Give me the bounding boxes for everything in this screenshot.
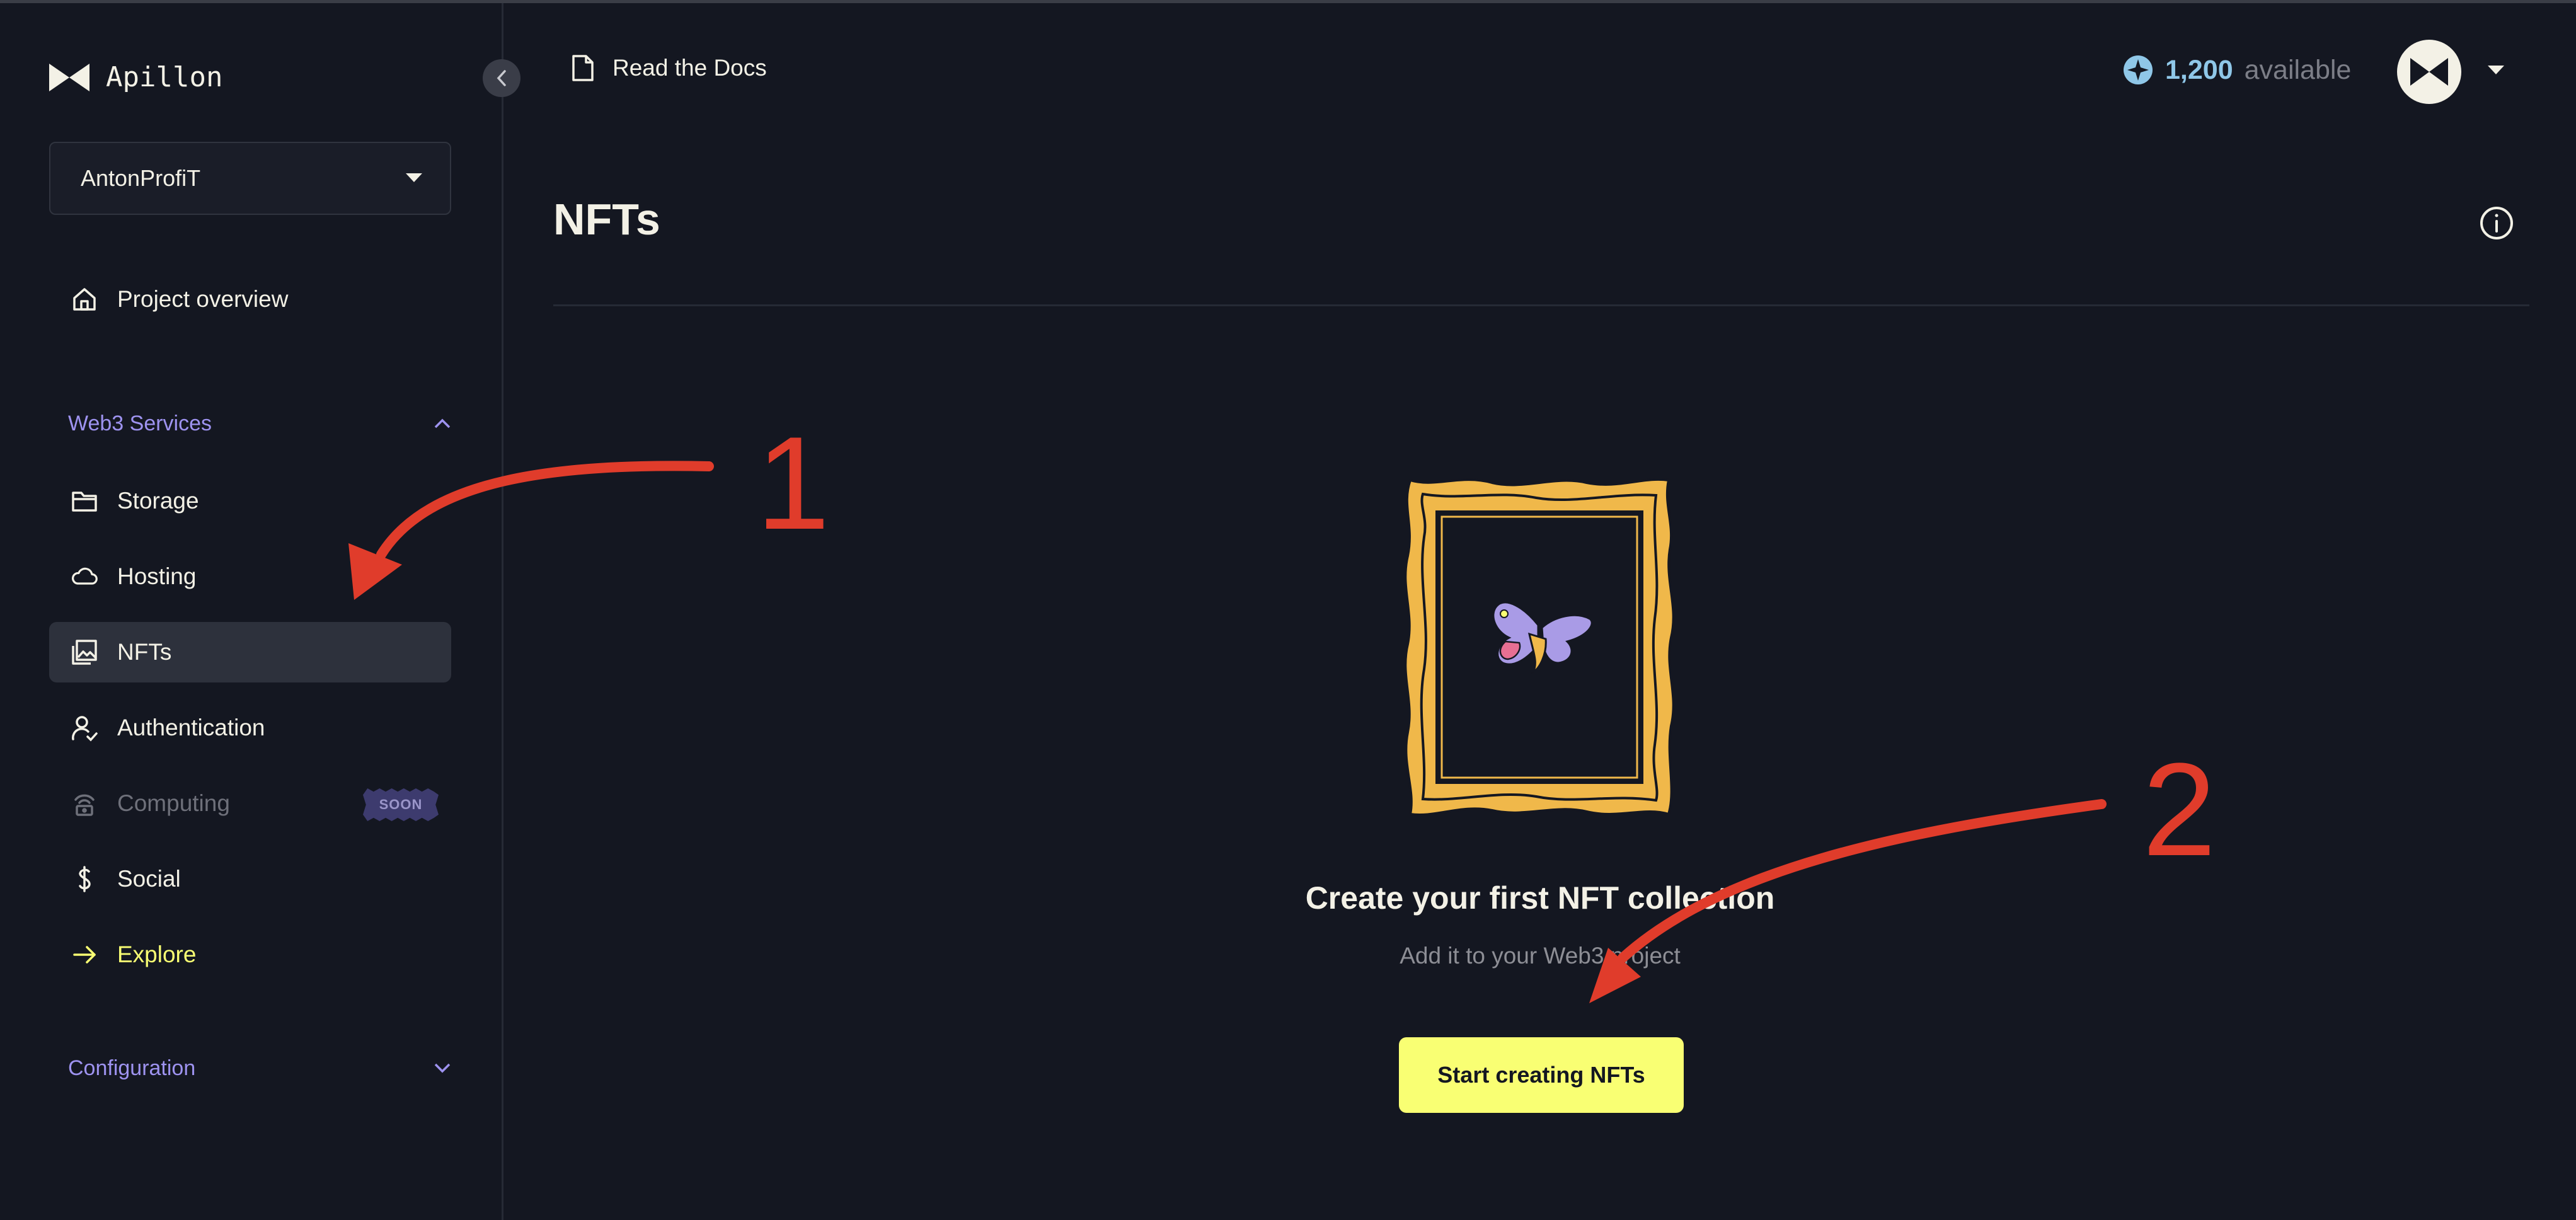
picture-frame-illustration: [1404, 478, 1675, 816]
empty-state-title: Create your first NFT collection: [1305, 880, 1775, 916]
page-title: NFTs: [553, 195, 660, 244]
collapse-sidebar-button[interactable]: [483, 59, 520, 97]
app-name: Apillon: [106, 61, 223, 93]
sidebar-item-label: Hosting: [117, 563, 197, 589]
sidebar-item-label: NFTs: [117, 639, 172, 665]
annotation-number-2: 2: [2142, 735, 2216, 883]
gallery-icon: [71, 638, 98, 666]
sidebar-item-label: Project overview: [117, 286, 289, 312]
sidebar-item-computing: Computing SOON: [49, 773, 451, 834]
sidebar-item-label: Authentication: [117, 715, 265, 740]
section-label: Web3 Services: [68, 411, 212, 435]
sidebar-item-explore[interactable]: Explore: [49, 924, 451, 985]
computing-icon: [71, 790, 98, 817]
soon-badge: SOON: [363, 788, 439, 821]
chevron-down-icon: [434, 1063, 451, 1073]
start-creating-nfts-button[interactable]: Start creating NFTs: [1399, 1037, 1684, 1113]
sidebar-item-storage[interactable]: Storage: [49, 471, 451, 531]
chevron-up-icon: [434, 418, 451, 429]
arrow-right-icon: [71, 941, 98, 969]
user-menu-caret-icon[interactable]: [2488, 66, 2504, 76]
sidebar-item-label: Explore: [117, 941, 197, 967]
sidebar-item-nfts[interactable]: NFTs: [49, 622, 451, 682]
read-docs-link[interactable]: Read the Docs: [571, 54, 767, 82]
apillon-logo-icon: [49, 63, 89, 91]
sidebar-item-label: Social: [117, 866, 181, 892]
avatar-logo-icon: [2410, 58, 2448, 86]
section-configuration[interactable]: Configuration: [68, 1049, 451, 1087]
sidebar-item-label: Storage: [117, 488, 199, 514]
title-divider: [553, 304, 2529, 306]
user-avatar[interactable]: [2397, 40, 2461, 104]
section-web3-services[interactable]: Web3 Services: [68, 405, 451, 442]
credits-display[interactable]: 1,200 available: [2122, 54, 2351, 86]
sidebar-item-hosting[interactable]: Hosting: [49, 546, 451, 607]
user-check-icon: [71, 714, 98, 742]
credits-label: available: [2244, 54, 2352, 85]
section-label: Configuration: [68, 1056, 196, 1080]
caret-down-icon: [406, 173, 422, 182]
read-docs-label: Read the Docs: [612, 55, 767, 81]
cloud-icon: [71, 563, 98, 590]
sidebar-item-social[interactable]: Social: [49, 849, 451, 909]
sidebar-item-label: Computing: [117, 790, 230, 816]
document-icon: [572, 55, 594, 81]
annotation-number-1: 1: [756, 409, 830, 557]
app-logo[interactable]: Apillon: [49, 61, 222, 93]
credit-star-icon: [2124, 55, 2153, 84]
home-icon: [71, 285, 98, 313]
project-name: AntonProfiT: [81, 165, 201, 191]
empty-state-subtitle: Add it to your Web3 project: [1400, 943, 1681, 969]
sidebar-item-authentication[interactable]: Authentication: [49, 698, 451, 758]
info-icon[interactable]: [2479, 205, 2514, 241]
credits-amount: 1,200: [2165, 54, 2233, 85]
folder-icon: [71, 487, 98, 515]
chevron-left-icon: [497, 70, 506, 86]
sidebar-item-project-overview[interactable]: Project overview: [49, 269, 451, 330]
project-selector[interactable]: AntonProfiT: [49, 142, 451, 215]
social-icon: [71, 865, 98, 893]
sidebar: Apillon AntonProfiT Project overview Web…: [0, 3, 503, 1220]
